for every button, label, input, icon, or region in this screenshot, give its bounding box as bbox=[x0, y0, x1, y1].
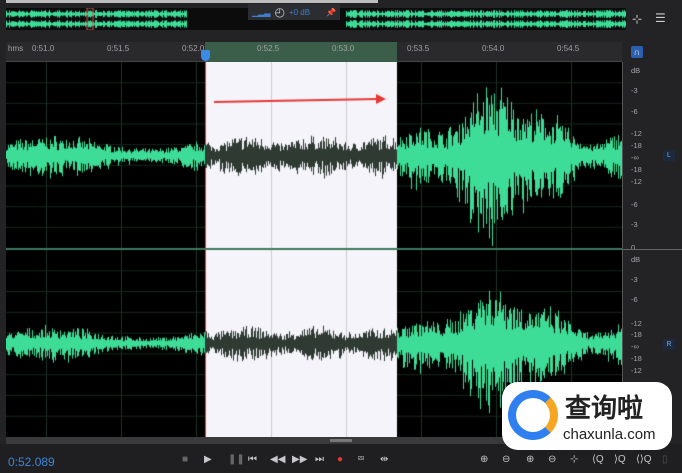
zoom-in-point-icon[interactable]: ⟨Q bbox=[592, 454, 604, 465]
db-label: -18 bbox=[631, 141, 642, 150]
ruler-tick-label: 0:54.5 bbox=[557, 44, 580, 53]
hud-gain-control[interactable]: ▁▂▃ ◴ +0 dB 📌 bbox=[248, 4, 340, 20]
db-label: -18 bbox=[631, 354, 642, 363]
db-label: dB bbox=[631, 66, 641, 75]
db-label: -∞ bbox=[631, 153, 639, 162]
stop-button[interactable]: ■ bbox=[182, 454, 188, 465]
zoom-overview-icon[interactable]: ⊹ bbox=[632, 12, 642, 26]
db-label: dB bbox=[631, 255, 641, 264]
gain-value: +0 dB bbox=[288, 7, 311, 17]
db-label: -6 bbox=[631, 107, 638, 116]
go-to-start-button[interactable]: ⏮ bbox=[248, 454, 257, 465]
db-label: -6 bbox=[631, 295, 638, 304]
ruler-unit: hms bbox=[8, 44, 24, 53]
db-label: 0 bbox=[631, 243, 636, 252]
db-label: -12 bbox=[631, 129, 642, 138]
ruler-tick-label: 0:51.0 bbox=[32, 44, 55, 53]
db-label: -3 bbox=[631, 275, 638, 284]
db-label: -6 bbox=[631, 200, 638, 209]
snap-magnet-icon[interactable]: ∩ bbox=[631, 46, 643, 58]
db-label: -3 bbox=[631, 220, 638, 229]
ruler-tick-label: 0:53.5 bbox=[407, 44, 430, 53]
db-label: -12 bbox=[631, 177, 642, 186]
overview-scrollbar[interactable] bbox=[6, 0, 378, 3]
zoom-out-point-icon[interactable]: ⟩Q bbox=[614, 454, 626, 465]
menu-icon[interactable]: ☰ bbox=[655, 11, 666, 25]
db-label: -∞ bbox=[631, 342, 639, 351]
gain-knob-icon[interactable]: ◴ bbox=[274, 5, 284, 19]
current-time: 0:52.089 bbox=[8, 455, 55, 469]
playhead-handle[interactable] bbox=[201, 50, 210, 61]
watermark-logo-icon bbox=[508, 390, 558, 440]
loop-playback-button[interactable]: ⮹ bbox=[357, 454, 365, 465]
waveform-display[interactable] bbox=[6, 62, 622, 437]
zoom-tracks-icon[interactable]: ▯ bbox=[662, 454, 668, 465]
pause-button[interactable]: ❚❚ bbox=[228, 454, 245, 465]
go-to-end-button[interactable]: ⏭ bbox=[315, 454, 324, 465]
play-button[interactable]: ▶ bbox=[204, 454, 212, 465]
skip-selection-button[interactable]: ⇹ bbox=[380, 454, 388, 465]
watermark-url: chaxunla.com bbox=[563, 426, 656, 443]
db-label: -18 bbox=[631, 165, 642, 174]
db-label: -12 bbox=[631, 366, 642, 375]
watermark-cn: 查询啦 bbox=[565, 393, 644, 423]
ruler-tick-label: 0:52.5 bbox=[257, 44, 280, 53]
zoom-in-amplitude-icon[interactable]: ⊕ bbox=[480, 454, 488, 465]
channel-badge-left[interactable]: L bbox=[663, 150, 675, 161]
fast-forward-button[interactable]: ▶▶ bbox=[292, 454, 307, 465]
db-label: -3 bbox=[631, 86, 638, 95]
ruler-tick-label: 0:53.0 bbox=[332, 44, 355, 53]
db-scale: dB -3 -6 -12 -18 -∞ -18 -12 -6 -3 0 LdB -3 -6 -12 -18 -∞… bbox=[622, 62, 682, 437]
zoom-out-amplitude-icon[interactable]: ⊖ bbox=[502, 454, 510, 465]
ruler-tick-label: 0:51.5 bbox=[107, 44, 130, 53]
db-label: -18 bbox=[631, 330, 642, 339]
scrollbar-grip[interactable] bbox=[330, 439, 352, 442]
rewind-button[interactable]: ◀◀ bbox=[270, 454, 285, 465]
record-button[interactable]: ● bbox=[337, 454, 343, 465]
zoom-out-time-icon[interactable]: ⊖ bbox=[548, 454, 556, 465]
zoom-full-icon[interactable]: ⊹ bbox=[570, 454, 578, 465]
zoom-in-time-icon[interactable]: ⊕ bbox=[526, 454, 534, 465]
zoom-selection-icon[interactable]: ⟨⟩Q bbox=[636, 454, 652, 465]
db-label: -12 bbox=[631, 319, 642, 328]
level-icon: ▁▂▃ bbox=[252, 7, 271, 17]
pin-icon[interactable]: 📌 bbox=[326, 8, 340, 17]
channel-badge-right[interactable]: R bbox=[663, 339, 675, 350]
ruler-tick-label: 0:54.0 bbox=[482, 44, 505, 53]
